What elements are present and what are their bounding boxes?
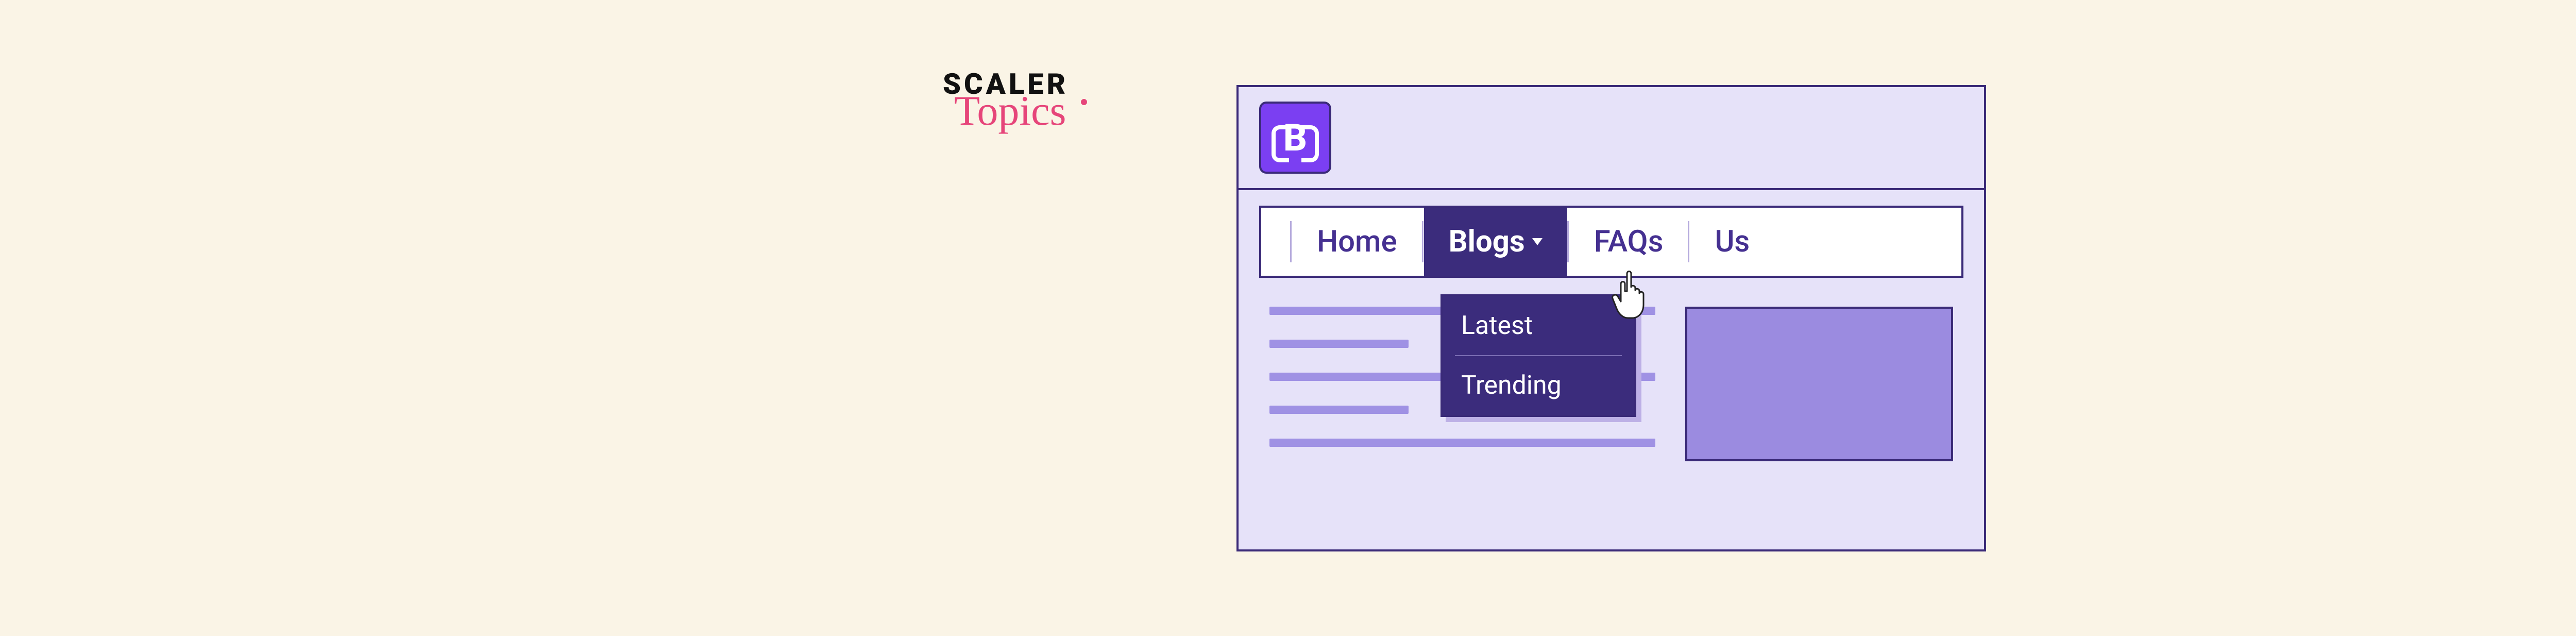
dropdown-label: Trending [1461,371,1562,400]
scaler-topics-logo: SCALER Topics [943,67,1069,135]
nav-label: FAQs [1594,224,1664,259]
dropdown-item-latest[interactable]: Latest [1443,296,1634,355]
window-titlebar: B [1239,87,1984,190]
canvas: SCALER Topics B Home Blogs FAQs [0,0,2576,636]
dropdown-item-trending[interactable]: Trending [1443,356,1634,415]
blogs-dropdown: Latest Trending [1440,294,1636,417]
text-line-placeholder [1269,406,1409,414]
nav-label: Us [1715,224,1750,259]
nav-item-faqs[interactable]: FAQs [1569,208,1688,276]
chevron-down-icon [1532,238,1543,245]
text-line-placeholder [1269,439,1655,447]
browser-window: B Home Blogs FAQs Us [1236,85,1986,551]
bootstrap-logo-letter: B [1283,116,1307,160]
nav-item-blogs[interactable]: Blogs [1424,208,1567,276]
dropdown-label: Latest [1461,311,1533,341]
bootstrap-logo-icon: B [1259,102,1331,174]
text-line-placeholder [1269,340,1409,348]
brand-word-topics: Topics [954,87,1069,135]
image-placeholder [1685,307,1953,461]
brand-dot-icon [1081,99,1087,105]
nav-item-us[interactable]: Us [1690,208,1774,276]
nav-item-home[interactable]: Home [1292,208,1422,276]
main-navbar: Home Blogs FAQs Us Latest [1259,206,1963,278]
nav-label: Home [1317,224,1397,259]
nav-label: Blogs [1449,224,1525,259]
cursor-hand-icon [1608,269,1657,323]
